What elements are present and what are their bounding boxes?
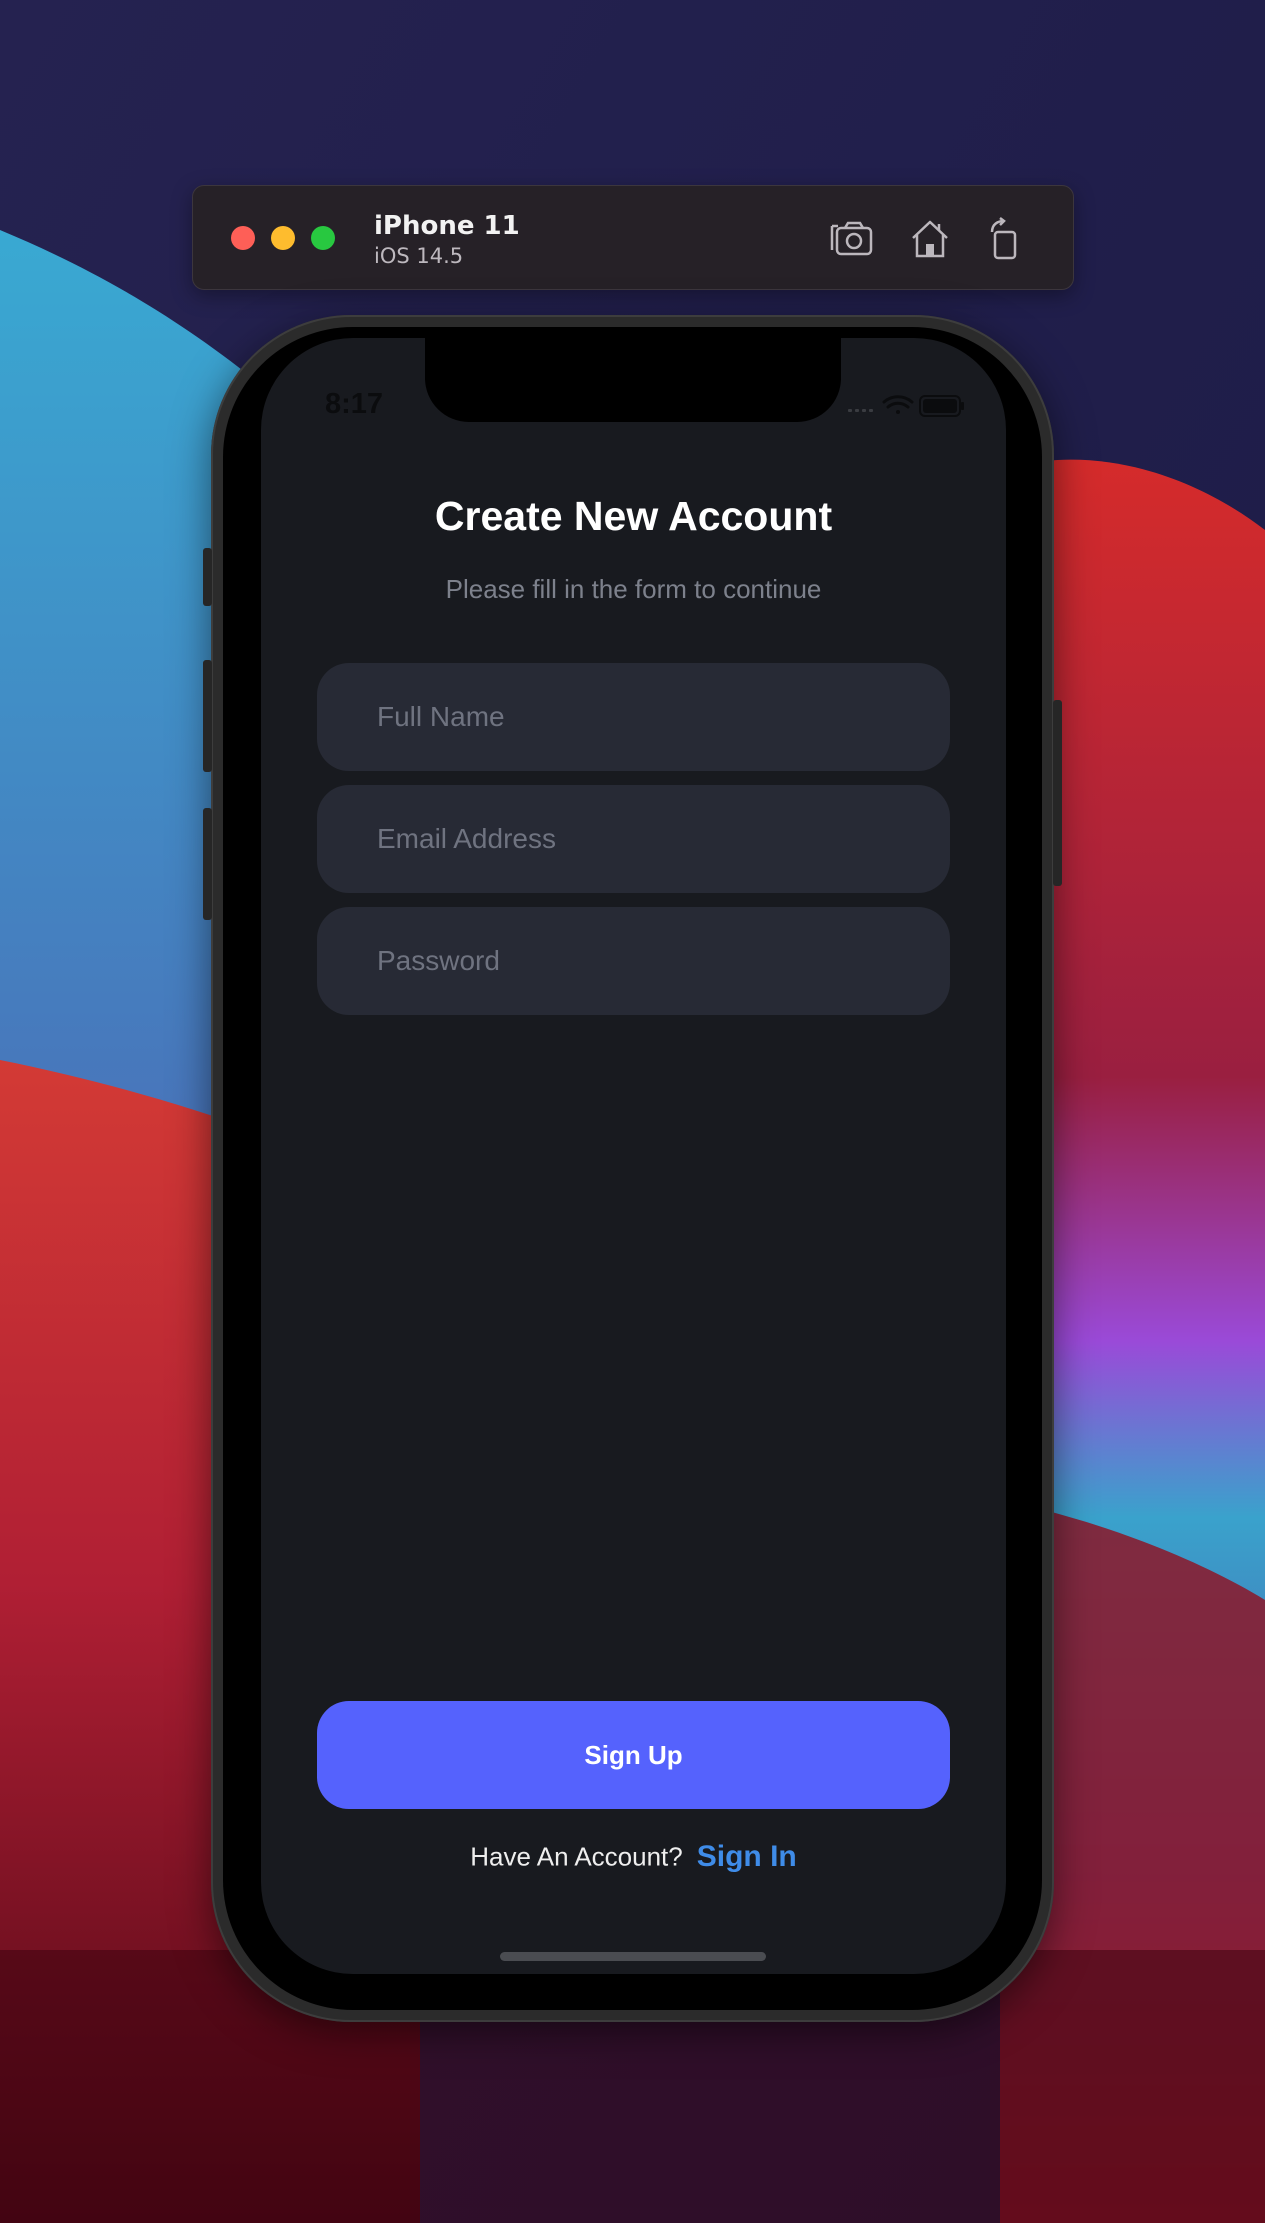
screenshot-button[interactable]	[829, 216, 875, 262]
rotate-icon	[990, 217, 1017, 260]
page-subtitle: Please fill in the form to continue	[445, 574, 822, 604]
power-button	[1053, 700, 1062, 886]
camera-icon	[830, 221, 873, 256]
home-indicator[interactable]	[500, 1952, 766, 1961]
sign-in-link[interactable]: Sign In	[697, 1840, 797, 1873]
full-name-field-container	[317, 663, 950, 771]
phone-screen: 8:17 Create New Account Please fill in t…	[261, 338, 1006, 1974]
sign-in-prompt: Have An Account?	[470, 1841, 683, 1872]
os-version: iOS 14.5	[374, 244, 464, 268]
window-close-button[interactable]	[231, 226, 255, 250]
status-time: 8:17	[325, 388, 384, 420]
status-icons	[848, 395, 964, 417]
password-input[interactable]	[375, 944, 950, 978]
volume-up-button	[203, 660, 212, 772]
home-button[interactable]	[907, 216, 953, 262]
device-name: iPhone 11	[374, 211, 520, 241]
rotate-button[interactable]	[982, 216, 1028, 262]
mute-switch	[203, 548, 212, 606]
window-minimize-button[interactable]	[271, 226, 295, 250]
notch	[425, 338, 841, 422]
volume-down-button	[203, 808, 212, 920]
sign-in-row: Have An Account? Sign In	[261, 1840, 1006, 1874]
email-field-container	[317, 785, 950, 893]
cellular-signal-icon	[848, 409, 873, 412]
email-input[interactable]	[375, 822, 950, 856]
page-title: Create New Account	[434, 493, 833, 539]
battery-icon	[919, 395, 964, 417]
window-maximize-button[interactable]	[311, 226, 335, 250]
password-field-container	[317, 907, 950, 1015]
sign-up-button[interactable]: Sign Up	[317, 1701, 950, 1809]
wifi-icon	[882, 395, 914, 414]
simulator-toolbar: iPhone 11 iOS 14.5	[192, 185, 1074, 290]
full-name-input[interactable]	[375, 700, 950, 734]
home-icon	[912, 220, 948, 258]
